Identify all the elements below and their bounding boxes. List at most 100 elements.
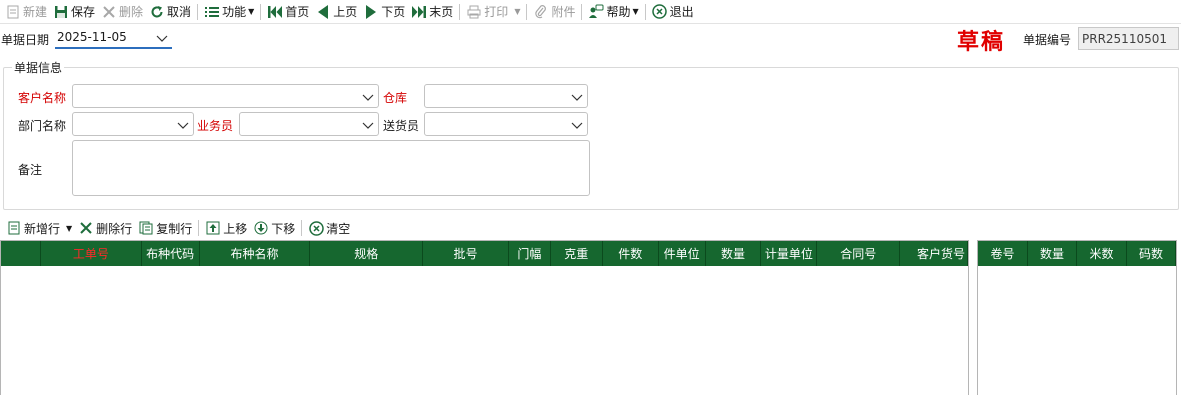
- clear-button[interactable]: 清空: [305, 217, 353, 239]
- copy-row-button[interactable]: 复制行: [135, 217, 195, 239]
- column-header[interactable]: 门幅: [509, 241, 551, 266]
- copy-row-label: 复制行: [156, 221, 193, 236]
- add-row-label: 新增行: [24, 221, 61, 236]
- next-page-label: 下页: [381, 5, 406, 19]
- chevron-down-icon: [156, 32, 168, 46]
- remark-label: 备注: [18, 163, 43, 177]
- column-header[interactable]: 件单位: [659, 241, 706, 266]
- column-header[interactable]: 工单号: [41, 241, 142, 266]
- roll-grid-header: 卷号 数量 米数 码数: [978, 241, 1176, 266]
- column-header[interactable]: 客户货号: [900, 241, 968, 266]
- first-page-button[interactable]: 首页: [264, 1, 312, 23]
- document-icon: [5, 4, 21, 20]
- delete-row-button[interactable]: 删除行: [75, 217, 135, 239]
- first-page-icon: [267, 4, 283, 20]
- detail-grid[interactable]: 工单号 布种代码 布种名称 规格 批号 门幅 克重 件数 件单位 数量 计量单位…: [0, 240, 969, 395]
- column-header[interactable]: 数量: [706, 241, 762, 266]
- dept-label: 部门名称: [18, 119, 67, 133]
- detail-grid-body[interactable]: [1, 266, 968, 395]
- remark-textarea[interactable]: [72, 140, 590, 196]
- save-icon: [53, 4, 69, 20]
- roll-grid-body[interactable]: [978, 266, 1176, 395]
- caret-down-icon: ▼: [66, 223, 73, 233]
- chevron-down-icon: [177, 119, 189, 133]
- chevron-down-icon: [362, 119, 374, 133]
- triangle-left-icon: [315, 4, 331, 20]
- add-row-button[interactable]: 新增行 ▼: [3, 217, 75, 239]
- toolbar-separator: [301, 220, 303, 236]
- prev-page-label: 上页: [333, 5, 358, 19]
- triangle-right-icon: [363, 4, 379, 20]
- column-header[interactable]: 批号: [423, 241, 509, 266]
- toolbar-separator: [581, 3, 583, 20]
- column-header[interactable]: 件数: [603, 241, 659, 266]
- help-label: 帮助: [606, 5, 631, 19]
- attachment-label: 附件: [551, 5, 576, 19]
- help-person-icon: [588, 4, 604, 20]
- chevron-down-icon: [571, 91, 583, 105]
- group-title: 单据信息: [12, 59, 65, 76]
- salesman-combo[interactable]: [239, 112, 379, 136]
- column-header[interactable]: 卷号: [978, 241, 1028, 266]
- column-header[interactable]: 数量: [1028, 241, 1077, 266]
- next-page-button[interactable]: 下页: [360, 1, 408, 23]
- cancel-button[interactable]: 取消: [146, 1, 194, 23]
- main-toolbar: 新建 保存 删除 取消 功能 ▼ 首页 上页 下页 末页 打印 ▼ 附件 帮助 …: [0, 0, 1181, 24]
- toolbar-separator: [644, 3, 646, 20]
- date-picker[interactable]: 2025-11-05: [55, 27, 172, 49]
- save-label: 保存: [71, 5, 96, 19]
- toolbar-separator: [459, 3, 461, 20]
- delivery-combo[interactable]: [424, 112, 588, 136]
- customer-combo[interactable]: [72, 84, 379, 108]
- column-header[interactable]: 布种名称: [200, 241, 311, 266]
- toolbar-separator: [260, 3, 262, 20]
- column-header[interactable]: 计量单位: [761, 241, 818, 266]
- document-icon: [6, 220, 22, 236]
- toolbar-separator: [197, 3, 199, 20]
- column-header[interactable]: 码数: [1127, 241, 1176, 266]
- dept-combo[interactable]: [72, 112, 194, 136]
- exit-button[interactable]: 退出: [649, 1, 697, 23]
- move-up-button[interactable]: 上移: [202, 217, 250, 239]
- column-header[interactable]: 米数: [1077, 241, 1127, 266]
- new-button[interactable]: 新建: [2, 1, 50, 23]
- caret-down-icon: ▼: [632, 7, 639, 16]
- last-page-button[interactable]: 末页: [408, 1, 456, 23]
- save-button[interactable]: 保存: [50, 1, 98, 23]
- caret-down-icon: ▼: [248, 7, 255, 16]
- chevron-down-icon: [571, 119, 583, 133]
- prev-page-button[interactable]: 上页: [312, 1, 360, 23]
- close-circle-icon: [652, 4, 668, 20]
- column-header[interactable]: 合同号: [817, 241, 901, 266]
- roll-grid[interactable]: 卷号 数量 米数 码数: [977, 240, 1177, 395]
- arrow-down-icon: [253, 220, 269, 236]
- copy-icon: [138, 220, 154, 236]
- delete-icon: [101, 4, 117, 20]
- functions-menu[interactable]: 功能 ▼: [201, 1, 257, 23]
- printer-icon: [466, 4, 482, 20]
- new-label: 新建: [23, 5, 48, 19]
- delete-icon: [78, 220, 94, 236]
- draft-status-stamp: 草稿: [957, 29, 1006, 55]
- column-header[interactable]: 规格: [310, 241, 424, 266]
- row-indicator-header: [1, 241, 41, 266]
- customer-label: 客户名称: [18, 91, 67, 105]
- help-menu[interactable]: 帮助 ▼: [585, 1, 641, 23]
- column-header[interactable]: 克重: [551, 241, 603, 266]
- salesman-label: 业务员: [197, 119, 234, 133]
- warehouse-combo[interactable]: [424, 84, 588, 108]
- cancel-label: 取消: [167, 5, 192, 19]
- move-up-label: 上移: [223, 221, 248, 236]
- move-down-button[interactable]: 下移: [250, 217, 298, 239]
- arrow-up-icon: [205, 220, 221, 236]
- attachment-button[interactable]: 附件: [530, 1, 578, 23]
- delete-button[interactable]: 删除: [98, 1, 146, 23]
- clear-icon: [308, 220, 324, 236]
- date-label: 单据日期: [1, 33, 50, 47]
- date-value: 2025-11-05: [57, 30, 127, 44]
- refresh-icon: [149, 4, 165, 20]
- first-page-label: 首页: [285, 5, 310, 19]
- print-button[interactable]: 打印 ▼: [463, 1, 523, 23]
- exit-label: 退出: [669, 5, 694, 19]
- column-header[interactable]: 布种代码: [142, 241, 200, 266]
